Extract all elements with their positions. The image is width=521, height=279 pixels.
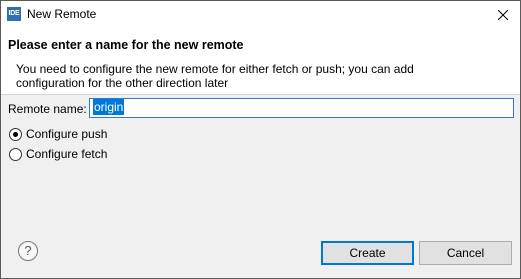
close-button[interactable] bbox=[486, 1, 520, 29]
banner-title: Please enter a name for the new remote bbox=[8, 38, 244, 52]
new-remote-dialog: IDE New Remote Please enter a name for t… bbox=[0, 0, 521, 279]
banner-message: You need to configure the new remote for… bbox=[16, 62, 414, 90]
configure-fetch-label: Configure fetch bbox=[26, 147, 108, 161]
remote-name-input[interactable]: origin bbox=[89, 98, 514, 118]
remote-name-value: origin bbox=[93, 99, 125, 115]
header-banner: Please enter a name for the new remote Y… bbox=[1, 29, 520, 95]
configure-fetch-radio[interactable] bbox=[9, 148, 22, 161]
radio-selected-dot bbox=[13, 132, 18, 137]
create-button[interactable]: Create bbox=[321, 241, 414, 265]
configure-push-option[interactable]: Configure push bbox=[9, 127, 129, 143]
cancel-button[interactable]: Cancel bbox=[419, 241, 512, 265]
help-icon[interactable]: ? bbox=[18, 241, 38, 261]
window-title: New Remote bbox=[27, 7, 97, 21]
close-icon bbox=[498, 10, 508, 20]
title-bar: IDE New Remote bbox=[1, 1, 520, 29]
remote-name-label: Remote name: bbox=[8, 102, 87, 116]
configure-fetch-option[interactable]: Configure fetch bbox=[9, 147, 129, 163]
ide-app-icon: IDE bbox=[7, 7, 21, 21]
configure-push-radio[interactable] bbox=[9, 128, 22, 141]
configure-push-label: Configure push bbox=[26, 127, 108, 141]
